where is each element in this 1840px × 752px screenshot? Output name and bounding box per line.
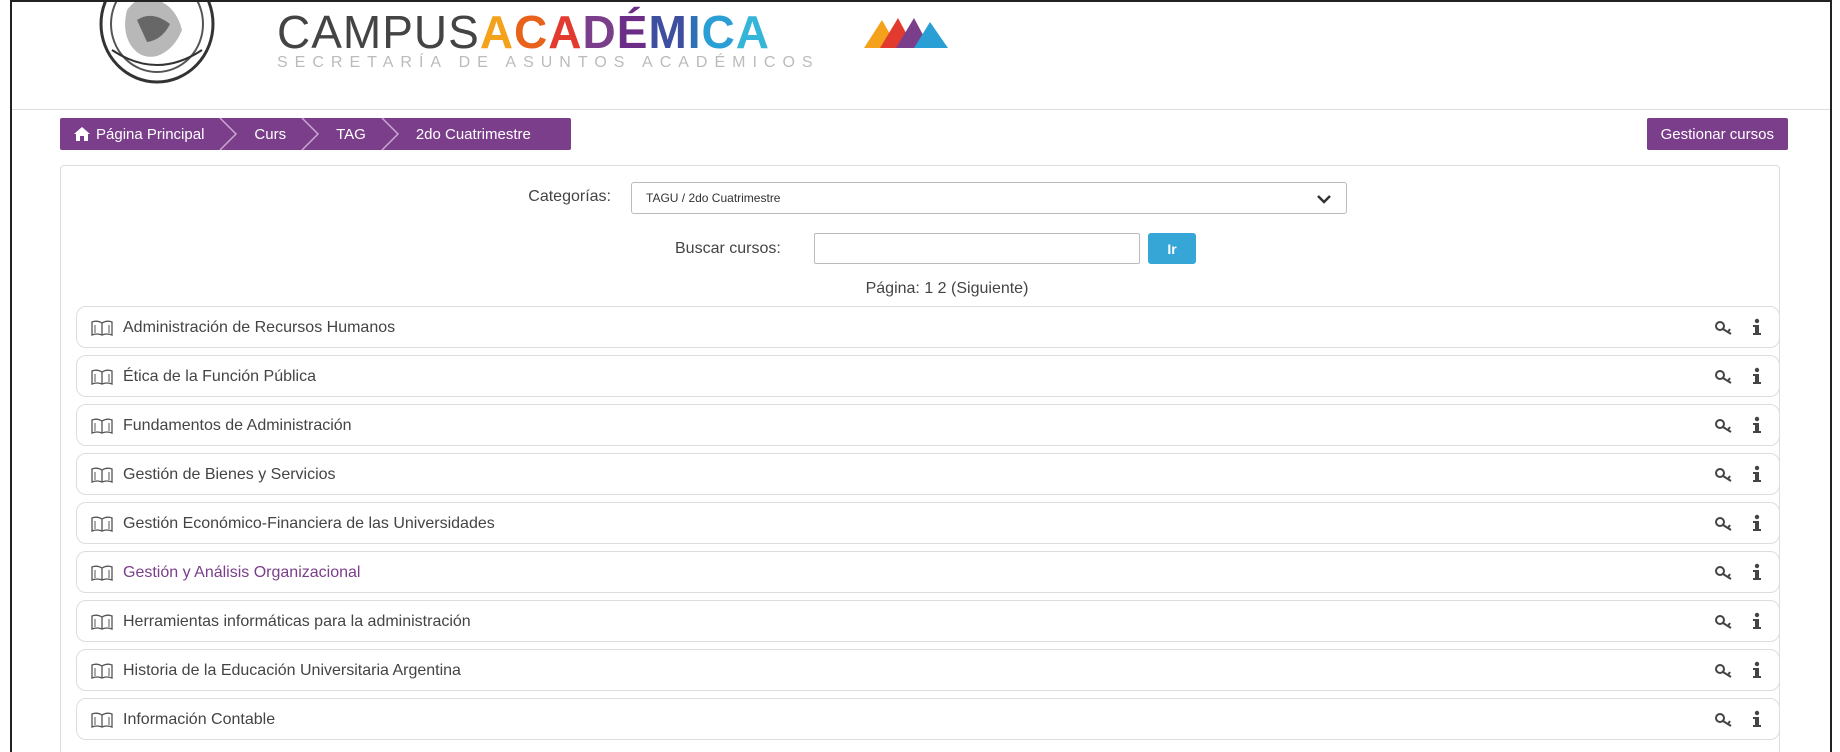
brand: CAMPUSACADÉMICA SECRETARÍA DE ASUNTOS AC… [277,8,820,72]
key-icon[interactable] [1714,320,1734,336]
course-link[interactable]: Herramientas informáticas para la admini… [123,613,471,631]
key-icon[interactable] [1714,467,1734,483]
book-icon [91,369,113,385]
book-icon [91,418,113,434]
search-go-button[interactable]: Ir [1148,233,1196,264]
pagination: Página: 1 2 (Siguiente) [61,280,1779,298]
site-header: CAMPUSACADÉMICA SECRETARÍA DE ASUNTOS AC… [12,2,1830,110]
category-label: Categorías: [528,188,611,205]
info-icon[interactable] [1751,611,1763,631]
search-row: Buscar cursos: Ir [61,233,1779,265]
brand-mountains-logo [864,18,948,48]
book-icon [91,467,113,483]
brand-title: CAMPUSACADÉMICA [277,8,820,56]
breadcrumb-home-label: Página Principal [96,125,205,143]
book-icon [91,663,113,679]
brand-letter: I [687,6,702,58]
breadcrumb-separator-icon [301,118,320,150]
brand-letter: C [514,6,549,58]
course-link[interactable]: Ética de la Función Pública [123,368,316,386]
university-seal-logo[interactable] [82,0,232,88]
brand-letter: M [648,6,688,58]
course-item: Información Contable [76,698,1780,740]
key-icon[interactable] [1714,712,1734,728]
key-icon[interactable] [1714,418,1734,434]
info-icon[interactable] [1751,317,1763,337]
search-label: Buscar cursos: [675,240,781,257]
info-icon[interactable] [1751,513,1763,533]
course-item: Gestión Económico-Financiera de las Univ… [76,502,1780,544]
book-icon [91,320,113,336]
page-2-link[interactable]: 2 [938,280,947,297]
key-icon[interactable] [1714,516,1734,532]
course-link[interactable]: Gestión de Bienes y Servicios [123,466,336,484]
course-item: Herramientas informáticas para la admini… [76,600,1780,642]
course-link[interactable]: Gestión Económico-Financiera de las Univ… [123,515,495,533]
brand-letter: A [479,6,515,58]
chevron-down-icon [1317,195,1331,204]
breadcrumb-separator-icon [219,118,238,150]
info-icon[interactable] [1751,660,1763,680]
brand-subtitle: SECRETARÍA DE ASUNTOS ACADÉMICOS [277,54,820,71]
book-icon [91,516,113,532]
course-item: Administración de Recursos Humanos [76,306,1780,348]
key-icon[interactable] [1714,369,1734,385]
home-icon [74,127,90,141]
info-icon[interactable] [1751,366,1763,386]
info-icon[interactable] [1751,464,1763,484]
brand-letter: D [582,6,617,58]
manage-courses-button[interactable]: Gestionar cursos [1646,118,1788,150]
course-link[interactable]: Información Contable [123,711,275,729]
book-icon [91,565,113,581]
brand-letter: É [616,6,649,58]
category-select-value: TAGU / 2do Cuatrimestre [646,191,781,205]
book-icon [91,614,113,630]
search-input[interactable] [814,233,1140,264]
key-icon[interactable] [1714,565,1734,581]
course-item: Gestión y Análisis Organizacional [76,551,1780,593]
category-select[interactable]: TAGU / 2do Cuatrimestre [631,182,1347,214]
info-icon[interactable] [1751,415,1763,435]
category-row: Categorías: TAGU / 2do Cuatrimestre [61,180,1779,214]
course-link[interactable]: Administración de Recursos Humanos [123,319,395,337]
brand-letter: A [548,6,583,58]
info-icon[interactable] [1751,562,1763,582]
course-panel: Categorías: TAGU / 2do Cuatrimestre Busc… [60,165,1780,752]
brand-academica: ACADÉMICA [480,6,770,58]
breadcrumb-item-tag[interactable]: TAG [322,118,380,150]
breadcrumb-separator-icon [381,118,399,150]
key-icon[interactable] [1714,663,1734,679]
page-1: 1 [924,280,934,297]
course-link[interactable]: Gestión y Análisis Organizacional [123,564,360,582]
key-icon[interactable] [1714,614,1734,630]
course-item: Gestión de Bienes y Servicios [76,453,1780,495]
course-link[interactable]: Fundamentos de Administración [123,417,352,435]
pagination-prefix: Página: [865,280,920,297]
course-link[interactable]: Historia de la Educación Universitaria A… [123,662,461,680]
breadcrumb-item-current[interactable]: 2do Cuatrimestre [402,118,545,150]
info-icon[interactable] [1751,709,1763,729]
breadcrumb: Página Principal Curs TAG 2do Cuatrimest… [60,118,571,150]
brand-letter: A [735,6,771,58]
course-item: Ética de la Función Pública [76,355,1780,397]
course-list: Administración de Recursos Humanos Ética … [76,306,1780,747]
page-frame: CAMPUSACADÉMICA SECRETARÍA DE ASUNTOS AC… [10,0,1832,752]
brand-campus: CAMPUS [277,6,480,58]
brand-letter: C [701,6,736,58]
breadcrumb-home[interactable]: Página Principal [60,118,218,150]
breadcrumb-item-curs[interactable]: Curs [240,118,300,150]
next-page-link[interactable]: (Siguiente) [951,280,1028,297]
course-item: Fundamentos de Administración [76,404,1780,446]
book-icon [91,712,113,728]
course-item: Historia de la Educación Universitaria A… [76,649,1780,691]
